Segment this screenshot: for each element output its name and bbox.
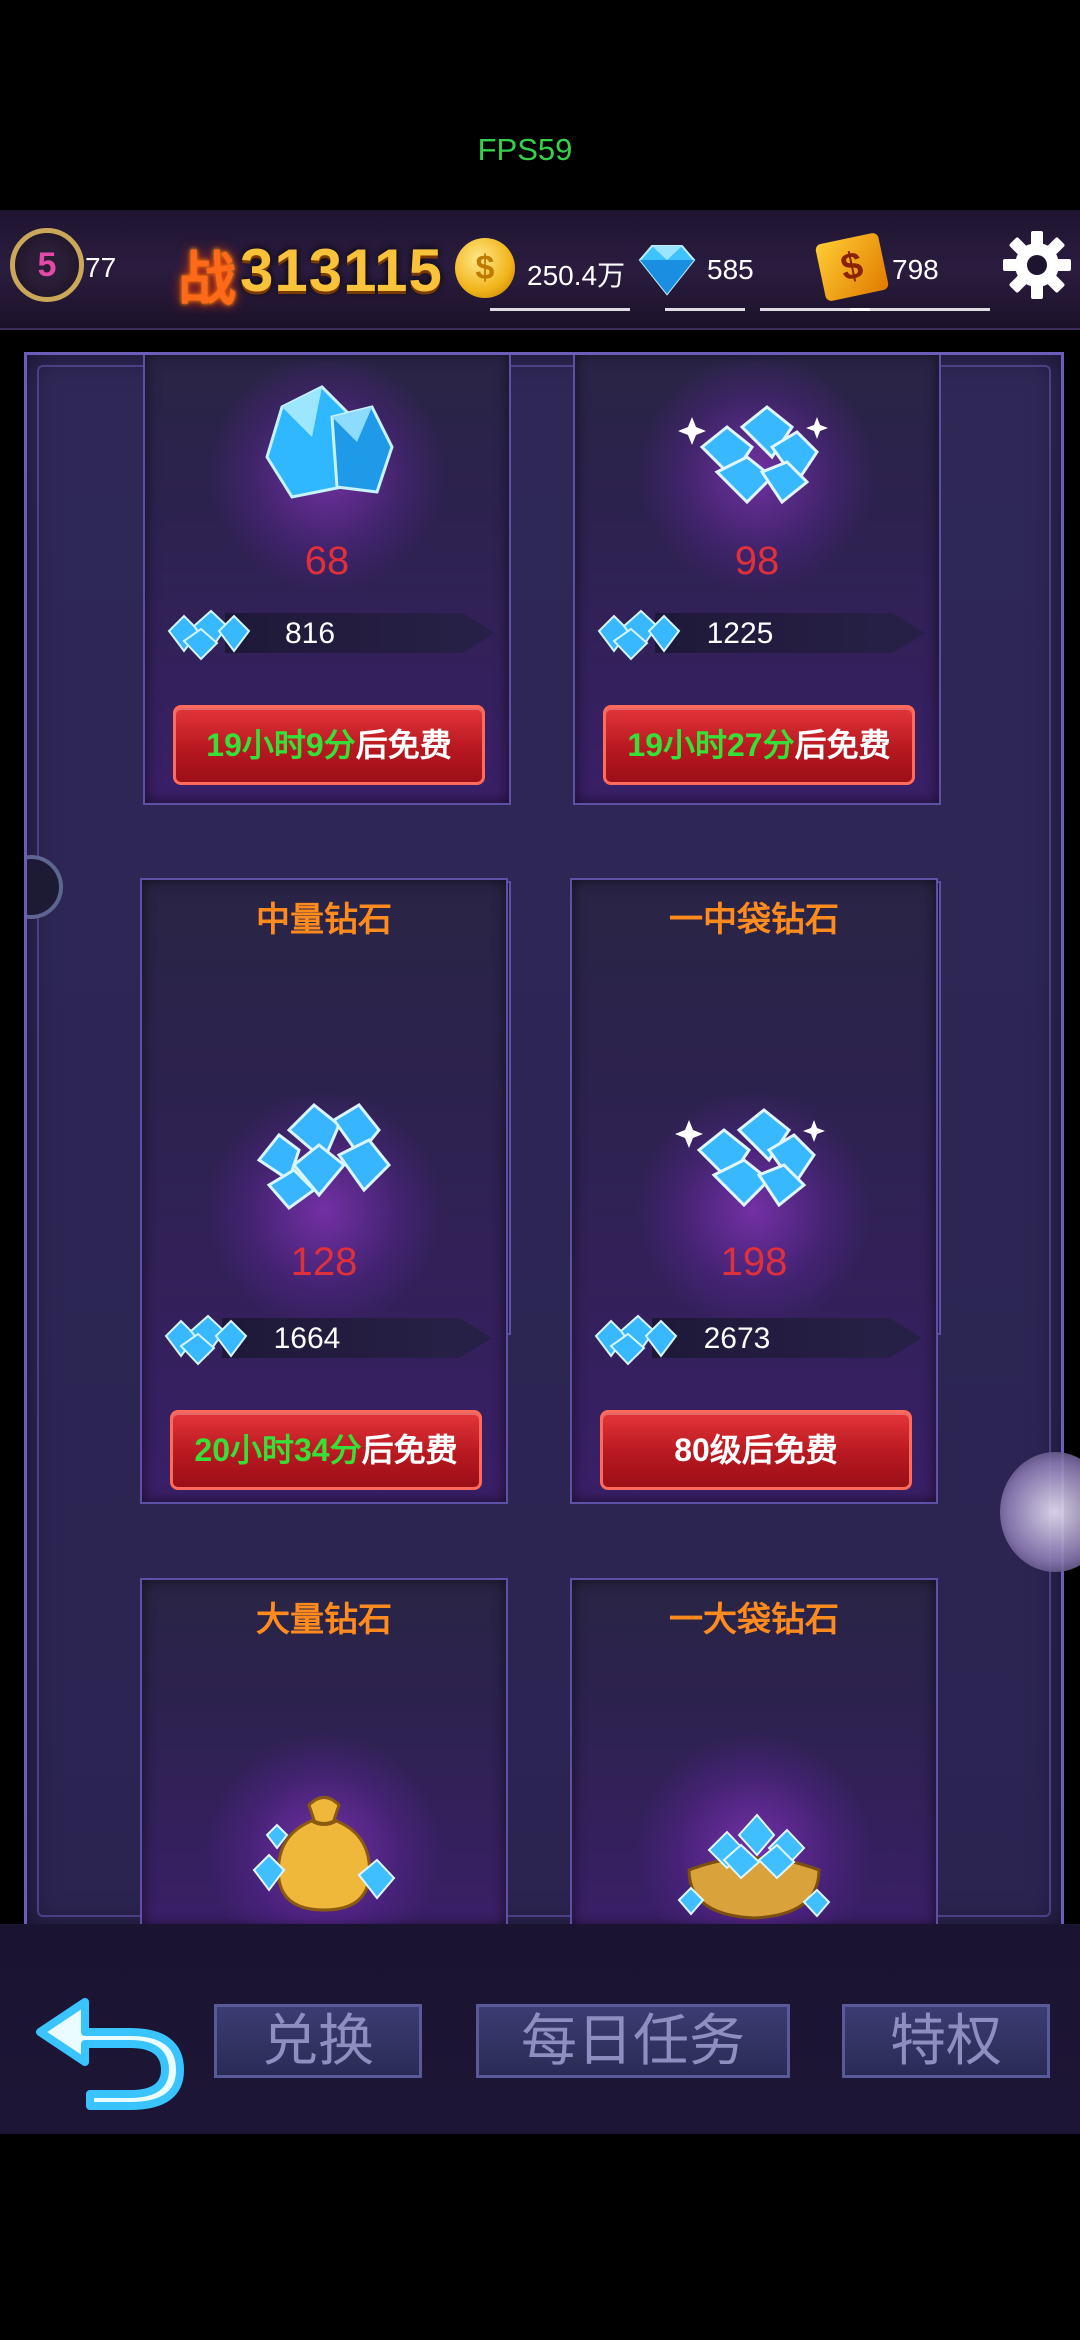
gear-icon[interactable] — [1000, 228, 1074, 302]
level-unlock-button[interactable]: 80级后免费 — [600, 1410, 912, 1490]
diamond-pack-card[interactable]: 大量钻石 — [140, 1578, 508, 1970]
decor-line — [850, 308, 990, 311]
diamond-sack-icon — [677, 1813, 831, 1920]
card-title: 一大袋钻石 — [669, 1601, 839, 1639]
price-label: 98 — [734, 539, 780, 583]
tab-exchange[interactable]: 兑换 — [214, 2004, 422, 2078]
back-arrow-icon[interactable] — [30, 1982, 190, 2112]
free-claim-button[interactable]: 19小时9分后免费 — [173, 705, 485, 785]
timer-text: 19小时27分 — [627, 727, 795, 763]
diamond-pile-icon — [675, 1108, 825, 1208]
fps-counter: FPS59 — [477, 132, 573, 167]
diamond-pile-icon — [597, 609, 681, 661]
top-status-bar: 5 77 战 313115 $ 250.4万 585 $ 798 — [0, 210, 1080, 330]
bottom-nav: 兑换 每日任务 特权 — [0, 1924, 1080, 2134]
quantity-value: 1225 — [706, 617, 774, 650]
diamond-pack-card[interactable]: 中量钻石 128 1664 20小时34分后免费 — [140, 878, 508, 1504]
tab-privilege[interactable]: 特权 — [842, 2004, 1050, 2078]
diamond-pile-icon — [164, 1314, 248, 1366]
combat-power: 313115 — [240, 237, 443, 304]
decor-line — [665, 308, 745, 311]
free-suffix: 80级后免费 — [674, 1432, 838, 1468]
price-label: 198 — [720, 1240, 788, 1284]
quantity-value: 2673 — [703, 1322, 771, 1355]
diamond-bag-icon — [252, 1796, 396, 1912]
level-value: 77 — [85, 252, 117, 283]
diamond-pack-card[interactable]: 68 816 19小时9分后免费 — [143, 355, 511, 805]
diamond-pack-card[interactable]: 98 1225 19小时27分后免费 — [573, 355, 941, 805]
free-suffix: 后免费 — [355, 727, 452, 763]
diamond-pile-icon — [167, 609, 251, 661]
ticket-icon: $ — [814, 231, 890, 303]
tab-daily-tasks[interactable]: 每日任务 — [476, 2004, 790, 2078]
diamond-pack-card[interactable]: 一大袋钻石 — [570, 1578, 938, 1970]
ticket-amount: 798 — [892, 254, 939, 285]
diamond-heap-icon — [256, 1102, 392, 1211]
free-claim-button[interactable]: 19小时27分后免费 — [603, 705, 915, 785]
diamond-chunk-icon — [265, 385, 394, 499]
timer-text: 20小时34分 — [194, 1432, 362, 1468]
card-title: 一中袋钻石 — [669, 901, 839, 939]
gold-coin-icon: $ — [455, 238, 515, 298]
coin-amount: 250.4万 — [527, 260, 626, 291]
diamond-amount: 585 — [707, 254, 754, 285]
quantity-value: 1664 — [273, 1322, 341, 1355]
diamond-pile-icon — [594, 1314, 678, 1366]
diamond-pack-card[interactable]: 一中袋钻石 198 2673 80级后免费 — [570, 878, 938, 1504]
decor-line — [490, 308, 630, 311]
price-label: 68 — [304, 539, 350, 583]
timer-text: 19小时9分 — [206, 727, 356, 763]
free-claim-button[interactable]: 20小时34分后免费 — [170, 1410, 482, 1490]
free-suffix: 后免费 — [361, 1432, 458, 1468]
flame-power-icon: 战 — [178, 245, 237, 313]
diamond-pile-icon — [678, 405, 828, 505]
card-title: 中量钻石 — [256, 901, 392, 939]
level-badge-icon[interactable]: 5 — [10, 228, 84, 302]
diamond-icon — [638, 245, 696, 296]
quantity-value: 816 — [284, 617, 336, 650]
price-label: 128 — [290, 1240, 358, 1284]
free-suffix: 后免费 — [794, 727, 891, 763]
card-title: 大量钻石 — [256, 1601, 392, 1639]
